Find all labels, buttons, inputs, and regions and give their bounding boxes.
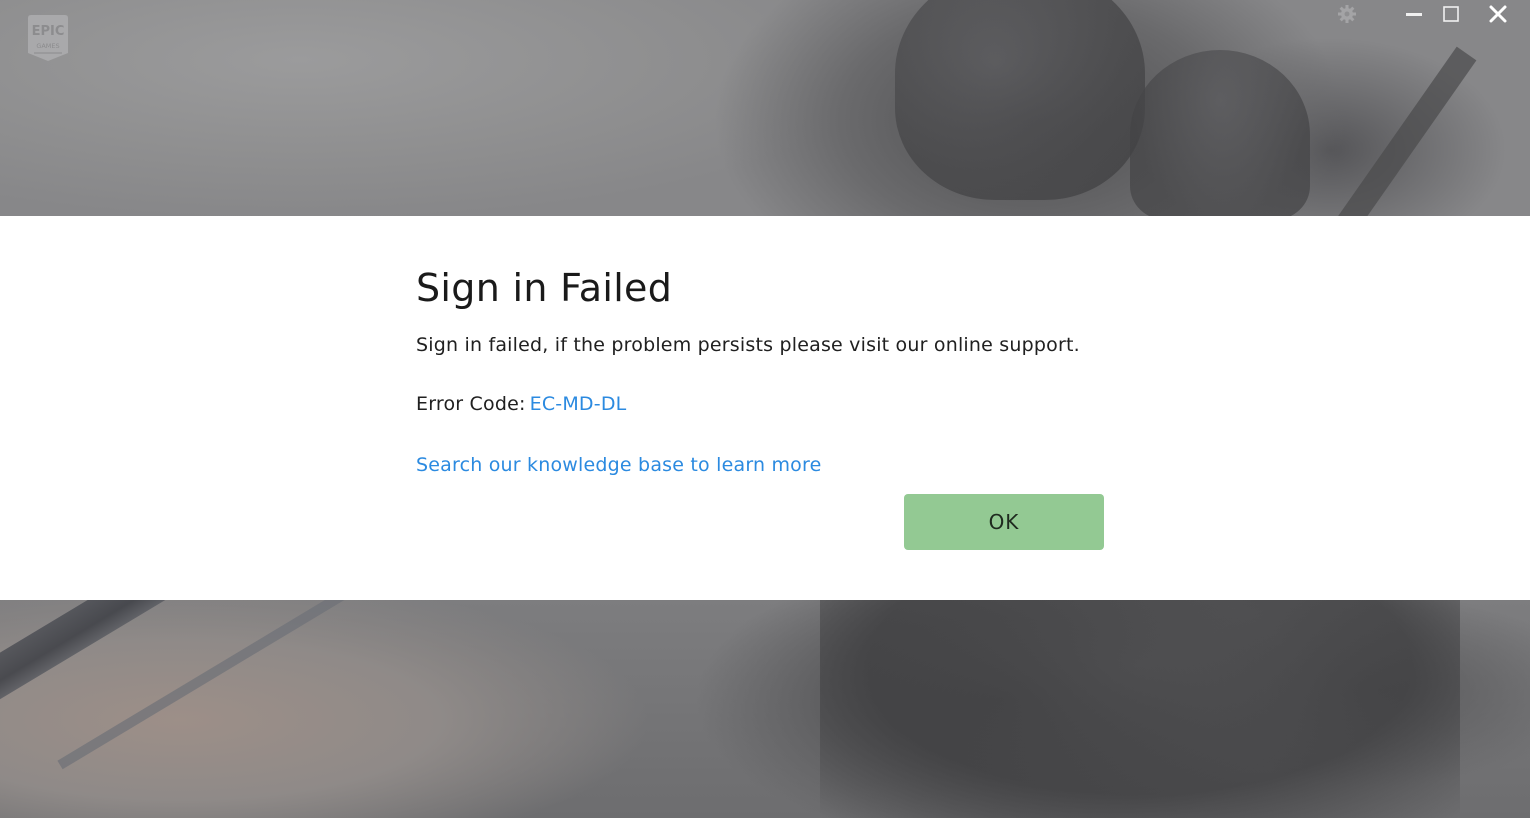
error-code-link[interactable]: EC-MD-DL bbox=[530, 393, 627, 415]
epic-games-logo: EPIC GAMES bbox=[28, 15, 68, 61]
logo-text-top: EPIC bbox=[32, 24, 65, 39]
minimize-icon bbox=[1406, 13, 1422, 16]
minimize-button[interactable] bbox=[1401, 3, 1427, 25]
launcher-window: EPIC GAMES Sign in Failed Sign in failed… bbox=[0, 0, 1530, 818]
background-helmet bbox=[895, 0, 1145, 200]
maximize-icon bbox=[1443, 6, 1459, 22]
error-dialog: Sign in Failed Sign in failed, if the pr… bbox=[0, 216, 1530, 600]
gear-icon bbox=[1338, 5, 1356, 23]
dialog-title: Sign in Failed bbox=[416, 266, 673, 310]
error-code-label: Error Code: bbox=[416, 393, 526, 415]
logo-text-bottom: GAMES bbox=[36, 42, 59, 50]
dialog-message: Sign in failed, if the problem persists … bbox=[416, 334, 1080, 356]
background-shoulder bbox=[1130, 50, 1310, 220]
close-icon bbox=[1489, 5, 1507, 23]
error-code-line: Error Code: EC-MD-DL bbox=[416, 393, 626, 415]
settings-button[interactable] bbox=[1334, 3, 1360, 25]
background-torso bbox=[820, 600, 1460, 818]
close-button[interactable] bbox=[1485, 3, 1511, 25]
ok-button[interactable]: OK bbox=[904, 494, 1104, 550]
knowledge-base-link[interactable]: Search our knowledge base to learn more bbox=[416, 454, 822, 476]
maximize-button[interactable] bbox=[1438, 3, 1464, 25]
